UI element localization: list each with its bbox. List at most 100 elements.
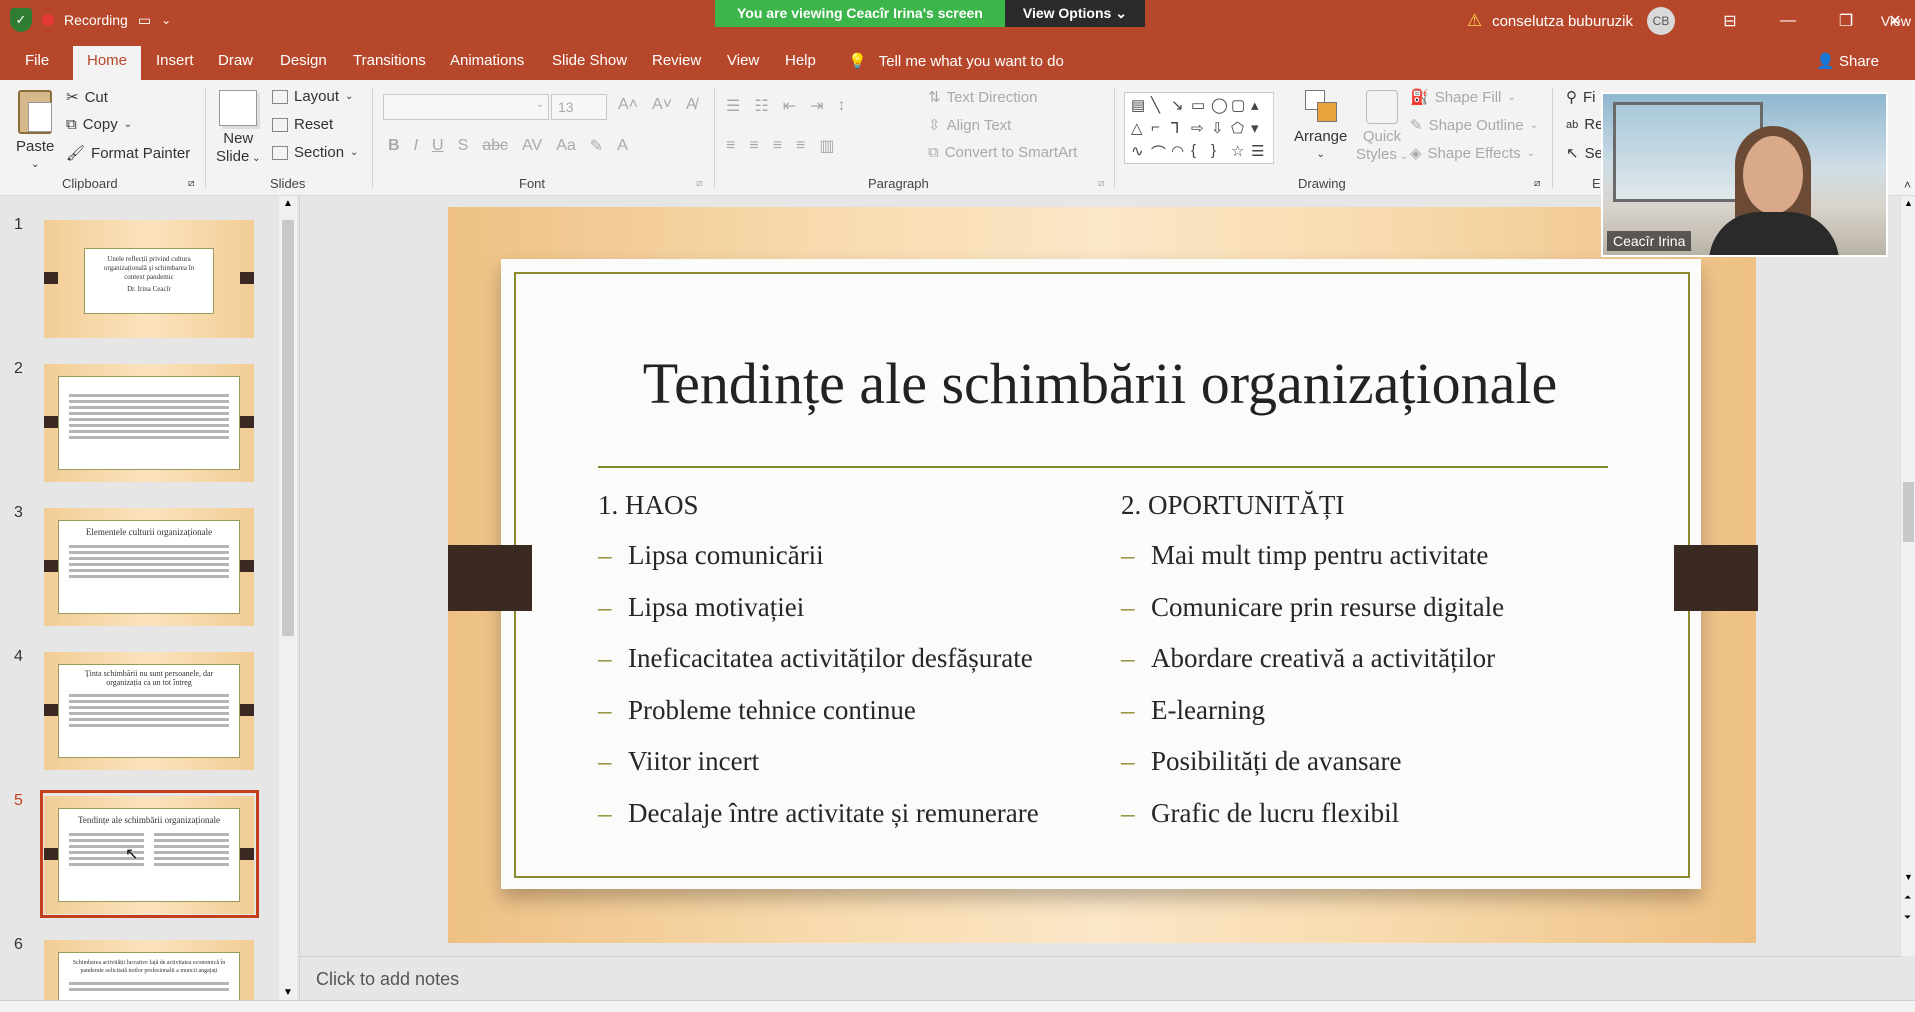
underline-icon[interactable]: U [432, 137, 444, 155]
decrease-indent-icon[interactable]: ⇤ [783, 96, 796, 116]
bold-icon[interactable]: B [388, 137, 400, 155]
reset-button[interactable]: Reset [272, 116, 333, 133]
monitor-icon[interactable]: ▭ [138, 12, 151, 29]
scroll-up-icon[interactable]: ▲ [1904, 198, 1913, 208]
webcam-video[interactable]: Ceacîr Irina [1601, 92, 1888, 257]
format-painter-button[interactable]: 🖌 Format Painter [66, 144, 190, 163]
down-arrow-shape-icon[interactable]: ⇩ [1211, 119, 1229, 141]
minimize-icon[interactable]: — [1759, 12, 1817, 30]
arrange-button[interactable]: Arrange ⌄ [1294, 90, 1347, 164]
find-button[interactable]: ⚲ Fi [1566, 88, 1596, 107]
dialog-launcher-icon[interactable]: ⧄ [696, 178, 702, 189]
justify-icon[interactable]: ≡ [796, 137, 805, 155]
slide-title[interactable]: Tendințe ale schimbării organizaționale [560, 350, 1640, 417]
tab-view[interactable]: View [727, 52, 759, 69]
next-slide-icon[interactable]: ⏷ [1904, 912, 1911, 923]
arc-shape-icon[interactable]: ◠ [1171, 142, 1189, 164]
oval-shape-icon[interactable]: ◯ [1211, 96, 1229, 118]
character-spacing-icon[interactable]: AV [522, 137, 542, 155]
tab-home[interactable]: Home [73, 46, 142, 81]
tab-transitions[interactable]: Transitions [353, 52, 426, 69]
font-family-select[interactable]: ⌄ [383, 94, 549, 120]
right-brace-shape-icon[interactable]: } [1211, 142, 1229, 164]
avatar[interactable]: CB [1647, 7, 1675, 35]
pentagon-shape-icon[interactable]: ⬠ [1231, 119, 1249, 141]
paste-button[interactable]: Paste ⌄ [16, 90, 54, 174]
font-color-icon[interactable]: A [617, 137, 628, 155]
shape-outline-button[interactable]: ✎ Shape Outline ⌄ [1410, 116, 1538, 135]
section-button[interactable]: Section ⌄ [272, 144, 358, 161]
quick-styles-button[interactable]: Quick Styles ⌄ [1356, 90, 1408, 166]
shadow-icon[interactable]: S [458, 137, 469, 155]
line-spacing-icon[interactable]: ↕ [838, 97, 846, 115]
view-options-button[interactable]: View Options ⌄ [1004, 0, 1145, 27]
previous-slide-icon[interactable]: ⏶ [1904, 892, 1911, 903]
dialog-launcher-icon[interactable]: ⧄ [188, 178, 194, 189]
thumbnail-scrollbar[interactable]: ▲ ▼ [279, 196, 297, 1000]
scroll-down-icon[interactable]: ▼ [1904, 872, 1913, 882]
scrollbar-thumb[interactable] [1903, 482, 1914, 542]
numbering-icon[interactable]: ☷ [754, 96, 768, 116]
dialog-launcher-icon[interactable]: ⧄ [1098, 178, 1104, 189]
tab-design[interactable]: Design [280, 52, 327, 69]
share-button[interactable]: 👤 Share [1816, 52, 1879, 70]
rounded-rect-shape-icon[interactable]: ▢ [1231, 96, 1249, 118]
collapse-ribbon-icon[interactable]: ˄ [1904, 178, 1911, 192]
shape-fill-button[interactable]: ⛽ Shape Fill ⌄ [1410, 88, 1516, 107]
slide-thumbnail[interactable]: Ținta schimbării nu sunt persoanele, dar… [44, 652, 254, 770]
increase-font-icon[interactable]: A˄ [618, 96, 638, 114]
tab-review[interactable]: Review [652, 52, 701, 69]
connector-shape-icon[interactable]: ⌐ [1151, 119, 1169, 141]
layout-button[interactable]: Layout ⌄ [272, 88, 353, 105]
shape-effects-button[interactable]: ◈ Shape Effects ⌄ [1410, 144, 1535, 163]
shapes-gallery[interactable]: ▤ ╲ ↘ ▭ ◯ ▢ ▴ △ ⌐ ⅂ ⇨ ⇩ ⬠ ▾ ∿ ⌒ ◠ { } ☆ … [1124, 92, 1274, 164]
copy-button[interactable]: ⧉ Copy ⌄ [66, 116, 132, 133]
tab-animations[interactable]: Animations [450, 52, 524, 69]
gallery-scroll-up-icon[interactable]: ▴ [1251, 96, 1269, 118]
strikethrough-icon[interactable]: abc [482, 137, 508, 155]
gallery-scroll-down-icon[interactable]: ▾ [1251, 119, 1269, 141]
chevron-down-icon[interactable]: ⌄ [161, 13, 171, 27]
align-left-icon[interactable]: ≡ [726, 137, 735, 155]
triangle-shape-icon[interactable]: △ [1131, 119, 1149, 141]
gallery-more-icon[interactable]: ☰ [1251, 142, 1269, 164]
cut-button[interactable]: ✂ Cut [66, 88, 108, 107]
bullets-icon[interactable]: ☰ [726, 96, 740, 116]
notes-pane[interactable]: Click to add notes [300, 956, 1900, 1000]
tab-help[interactable]: Help [785, 52, 816, 69]
italic-icon[interactable]: I [414, 137, 418, 155]
scroll-down-icon[interactable]: ▼ [283, 987, 293, 998]
right-arrow-shape-icon[interactable]: ⇨ [1191, 119, 1209, 141]
ribbon-display-options-icon[interactable]: ⊟ [1701, 11, 1759, 31]
left-column[interactable]: 1. HAOS Lipsa comunicării Lipsa motivați… [598, 490, 1039, 849]
left-brace-shape-icon[interactable]: { [1191, 142, 1209, 164]
slide-thumbnail[interactable]: Unele reflecții privind cultura organiza… [44, 220, 254, 338]
line-shape-icon[interactable]: ╲ [1151, 96, 1169, 118]
curve-shape-icon[interactable]: ⌒ [1151, 142, 1169, 164]
slide-thumbnail[interactable] [44, 364, 254, 482]
convert-smartart-button[interactable]: ⧉ Convert to SmartArt [928, 144, 1077, 161]
view-button[interactable]: View [1881, 13, 1911, 29]
elbow-connector-shape-icon[interactable]: ⅂ [1171, 119, 1189, 141]
align-center-icon[interactable]: ≡ [749, 137, 758, 155]
right-column[interactable]: 2. OPORTUNITĂȚI Mai mult timp pentru act… [1121, 490, 1504, 849]
tab-insert[interactable]: Insert [156, 52, 194, 69]
columns-icon[interactable]: ▥ [819, 136, 834, 156]
text-direction-button[interactable]: ⇅ Text Direction [928, 88, 1037, 107]
star-shape-icon[interactable]: ☆ [1231, 142, 1249, 164]
new-slide-button[interactable]: New Slide ⌄ [216, 90, 261, 168]
freeform-shape-icon[interactable]: ∿ [1131, 142, 1149, 164]
textbox-shape-icon[interactable]: ▤ [1131, 96, 1149, 118]
select-button[interactable]: ↖ Se [1566, 144, 1603, 163]
tab-file[interactable]: File [25, 52, 49, 69]
slide-thumbnail[interactable]: Elementele culturii organizaționale [44, 508, 254, 626]
scrollbar-thumb[interactable] [282, 220, 294, 636]
recording-label[interactable]: Recording [64, 12, 128, 28]
increase-indent-icon[interactable]: ⇥ [810, 96, 823, 116]
dialog-launcher-icon[interactable]: ⧄ [1534, 178, 1540, 189]
slide-thumbnail[interactable]: Schimbarea activității lucrative față de… [44, 940, 254, 1000]
change-case-icon[interactable]: Aa [556, 137, 576, 155]
arrow-line-shape-icon[interactable]: ↘ [1171, 96, 1189, 118]
tab-slide-show[interactable]: Slide Show [552, 52, 627, 69]
align-right-icon[interactable]: ≡ [773, 137, 782, 155]
